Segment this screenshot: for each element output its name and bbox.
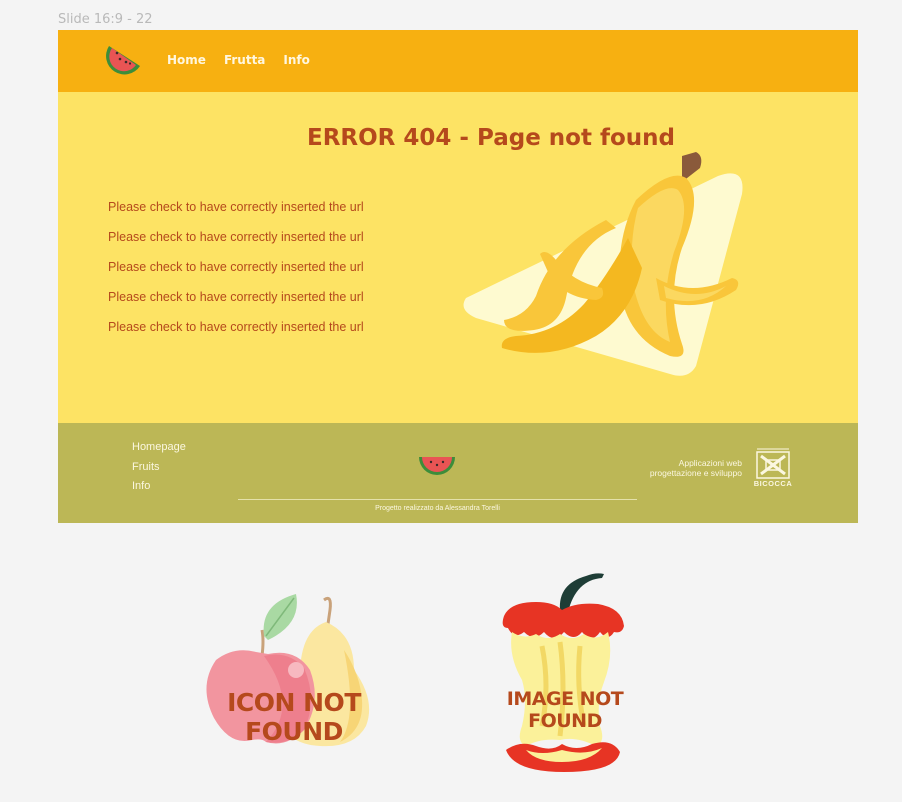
- navbar: Home Frutta Info: [58, 30, 858, 92]
- frame-label: Slide 16:9 - 22: [58, 12, 153, 27]
- footer: Homepage Fruits Info Progetto realizzato…: [58, 423, 858, 523]
- footer-credit: Progetto realizzato da Alessandra Torell…: [375, 505, 500, 512]
- error-message: Please check to have correctly inserted …: [108, 290, 364, 304]
- footer-links: Homepage Fruits Info: [132, 441, 186, 500]
- nav-home-link[interactable]: Home: [167, 53, 206, 67]
- nav-frutta-link[interactable]: Frutta: [224, 53, 265, 67]
- footer-fruits-link[interactable]: Fruits: [132, 461, 186, 481]
- image-not-found-label: IMAGE NOT FOUND: [506, 688, 624, 732]
- footer-divider: [238, 499, 637, 500]
- page-frame: Home Frutta Info ERROR 404 - Page not fo…: [58, 30, 858, 523]
- error-message: Please check to have correctly inserted …: [108, 200, 364, 214]
- watermelon-logo-icon[interactable]: [106, 40, 142, 76]
- watermelon-footer-icon: [419, 457, 455, 475]
- university-name: BICOCCA: [753, 479, 793, 488]
- error-message: Please check to have correctly inserted …: [108, 320, 364, 334]
- footer-info-link[interactable]: Info: [132, 480, 186, 500]
- icon-not-found-label: ICON NOT FOUND: [227, 688, 361, 746]
- error-message: Please check to have correctly inserted …: [108, 230, 364, 244]
- apple-core-icon: [502, 573, 624, 772]
- banana-peel-icon: [463, 152, 743, 376]
- error-message: Please check to have correctly inserted …: [108, 260, 364, 274]
- error-message-list: Please check to have correctly inserted …: [108, 199, 364, 349]
- course-subtitle: progettazione e sviluppo: [649, 468, 742, 478]
- footer-homepage-link[interactable]: Homepage: [132, 441, 186, 461]
- nav-info-link[interactable]: Info: [283, 53, 309, 67]
- nav-menu: Home Frutta Info: [167, 53, 328, 67]
- course-title: Applicazioni web: [678, 458, 742, 468]
- course-label: Applicazioni web progettazione e svilupp…: [650, 458, 742, 478]
